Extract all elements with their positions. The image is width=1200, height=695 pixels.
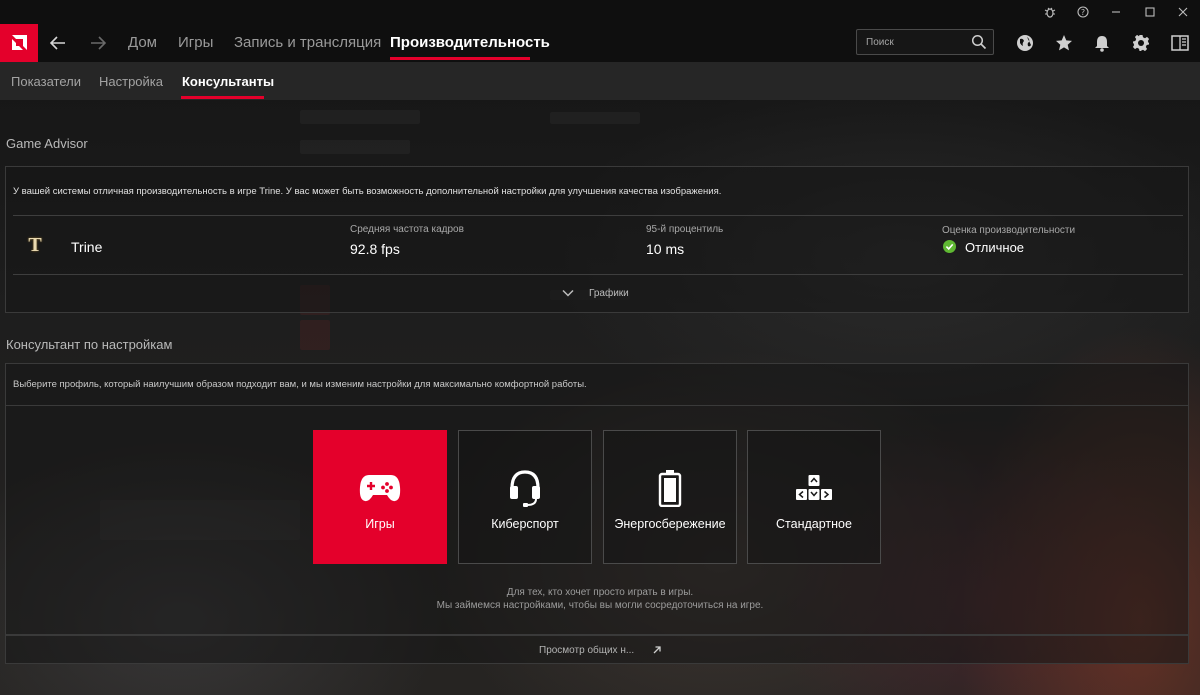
p95-label: 95-й процентиль bbox=[646, 224, 724, 235]
game-advisor-message: У вашей системы отличная производительно… bbox=[13, 186, 722, 197]
nav-tab-performance[interactable]: Производительность bbox=[390, 34, 550, 51]
favorites-star-icon[interactable] bbox=[1053, 32, 1075, 54]
battery-icon bbox=[648, 468, 692, 508]
p95-value: 10 ms bbox=[646, 241, 685, 257]
search-icon[interactable] bbox=[971, 34, 987, 50]
profile-label: Игры bbox=[365, 517, 395, 531]
search-input[interactable] bbox=[857, 30, 969, 54]
nav-tab-games[interactable]: Игры bbox=[178, 34, 213, 51]
divider bbox=[13, 274, 1183, 275]
minimize-button[interactable] bbox=[1106, 2, 1126, 22]
main-nav: Дом Игры Запись и трансляция Производите… bbox=[0, 24, 1200, 62]
sub-nav: Показатели Настройка Консультанты bbox=[0, 62, 1200, 100]
forward-arrow-icon[interactable] bbox=[88, 32, 108, 54]
overlay-panel-icon[interactable] bbox=[1169, 32, 1191, 54]
active-subtab-indicator bbox=[181, 96, 264, 99]
keys-icon bbox=[792, 468, 836, 508]
divider bbox=[13, 215, 1183, 216]
expand-graphs-toggle[interactable]: Графики bbox=[562, 285, 629, 301]
profile-label: Энергосбережение bbox=[614, 517, 726, 531]
profile-card-power-saving[interactable]: Энергосбережение bbox=[603, 430, 737, 564]
bug-report-icon[interactable] bbox=[1040, 2, 1060, 22]
profile-card-gaming[interactable]: Игры bbox=[313, 430, 447, 564]
game-icon-letter: T bbox=[28, 233, 42, 256]
gamepad-icon bbox=[358, 468, 402, 508]
notifications-bell-icon[interactable] bbox=[1091, 32, 1113, 54]
profile-hint-line1: Для тех, кто хочет просто играть в игры. bbox=[506, 587, 694, 598]
rating-label: Оценка производительности bbox=[942, 225, 1076, 236]
game-icon: T bbox=[24, 234, 46, 256]
subtab-tuning[interactable]: Настройка bbox=[99, 74, 163, 89]
nav-tab-home[interactable]: Дом bbox=[128, 34, 157, 51]
back-arrow-icon[interactable] bbox=[48, 32, 68, 54]
view-settings-label: Просмотр общих н... bbox=[539, 644, 635, 656]
close-button[interactable] bbox=[1173, 2, 1193, 22]
profile-card-standard[interactable]: Стандартное bbox=[747, 430, 881, 564]
help-icon[interactable]: ? bbox=[1073, 2, 1093, 22]
subtab-metrics[interactable]: Показатели bbox=[11, 74, 81, 89]
active-tab-indicator bbox=[390, 57, 530, 60]
expand-graphs-label: Графики bbox=[589, 287, 629, 299]
title-bar: ? bbox=[0, 0, 1200, 24]
chevron-down-icon bbox=[562, 289, 574, 297]
game-name: Trine bbox=[71, 239, 103, 255]
headset-icon bbox=[503, 468, 547, 508]
settings-advisor-message-panel: Выберите профиль, который наилучшим обра… bbox=[5, 363, 1189, 406]
game-advisor-title: Game Advisor bbox=[6, 136, 88, 151]
profile-hint-line2: Мы займемся настройками, чтобы вы могли … bbox=[436, 600, 764, 611]
settings-advisor-title: Консультант по настройкам bbox=[6, 337, 173, 352]
maximize-button[interactable] bbox=[1140, 2, 1160, 22]
profile-label: Стандартное bbox=[776, 517, 852, 531]
settings-advisor-message: Выберите профиль, который наилучшим обра… bbox=[13, 379, 587, 390]
settings-gear-icon[interactable] bbox=[1130, 32, 1152, 54]
external-link-arrow-icon bbox=[653, 646, 661, 654]
view-settings-link[interactable]: Просмотр общих н... bbox=[539, 643, 662, 657]
avg-fps-value: 92.8 fps bbox=[350, 241, 400, 257]
amd-logo[interactable] bbox=[0, 24, 38, 62]
profile-label: Киберспорт bbox=[491, 517, 559, 531]
check-circle-icon bbox=[943, 240, 956, 253]
view-settings-bar: Просмотр общих н... bbox=[5, 635, 1189, 664]
search-box[interactable] bbox=[856, 29, 994, 55]
avg-fps-label: Средняя частота кадров bbox=[350, 224, 464, 235]
game-advisor-panel: У вашей системы отличная производительно… bbox=[5, 166, 1189, 313]
svg-text:?: ? bbox=[1081, 8, 1085, 17]
globe-icon[interactable] bbox=[1014, 32, 1036, 54]
subtab-advisors[interactable]: Консультанты bbox=[182, 74, 274, 89]
nav-tab-record-stream[interactable]: Запись и трансляция bbox=[234, 34, 381, 51]
rating-value: Отличное bbox=[965, 240, 1025, 255]
profile-card-esports[interactable]: Киберспорт bbox=[458, 430, 592, 564]
